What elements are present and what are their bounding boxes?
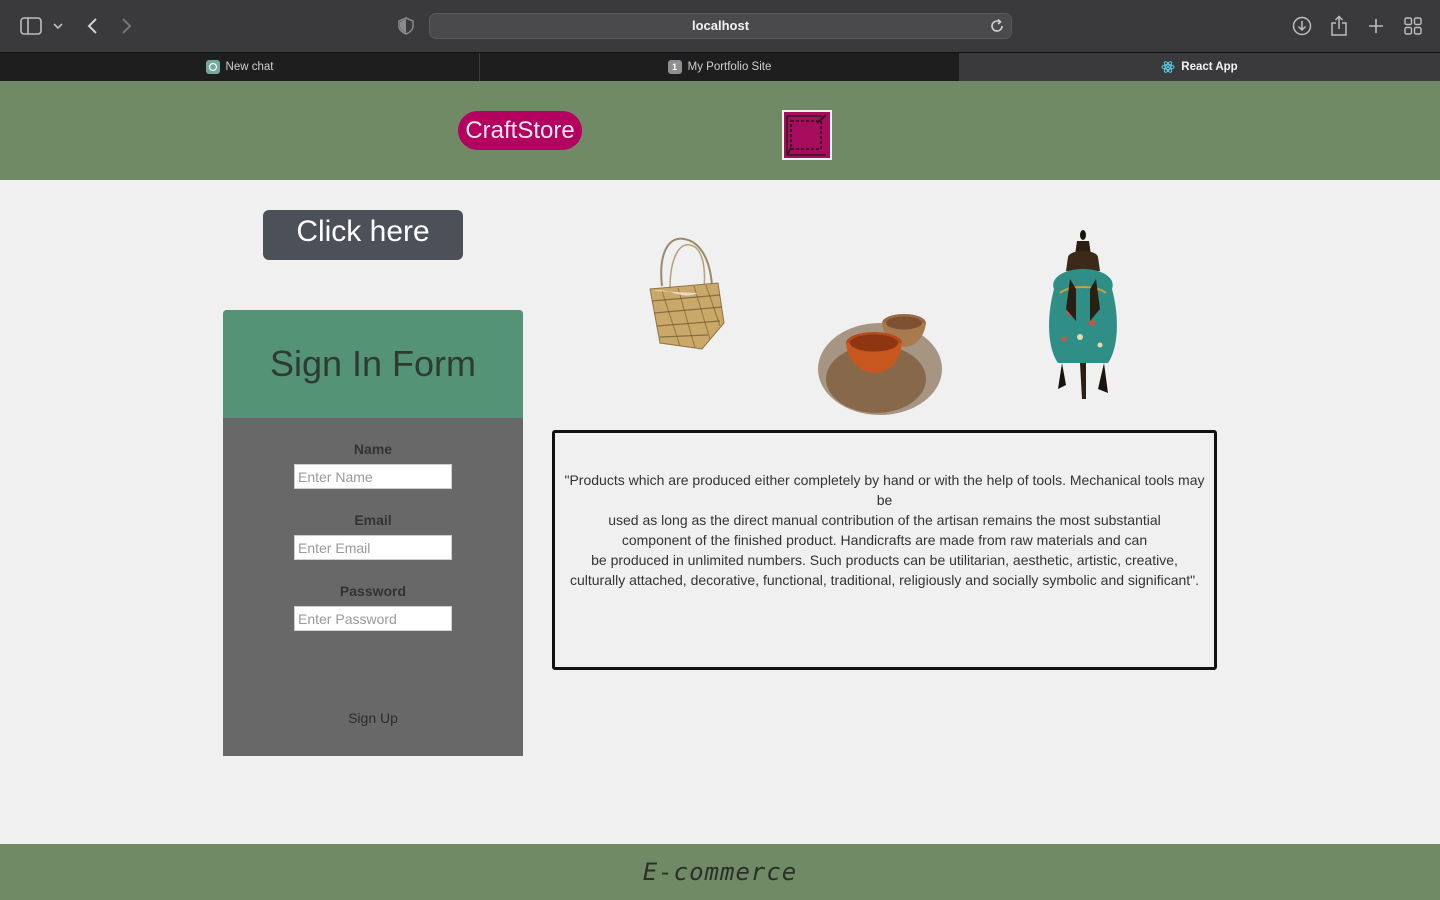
page-content: CraftStore Click here Sign In Form Name … [0,81,1440,900]
chevron-down-icon[interactable] [48,14,68,38]
name-input[interactable] [294,464,452,489]
sign-in-form: Sign In Form Name Email Password Sign Up [223,310,523,756]
sign-up-button[interactable]: Sign Up [223,710,523,726]
share-icon[interactable] [1327,14,1351,38]
download-icon[interactable] [1290,14,1314,38]
description-text: "Products which are produced either comp… [564,472,1205,588]
tab-label: My Portfolio Site [687,61,772,73]
url-text: localhost [691,18,750,33]
tab-label: New chat [225,61,274,73]
click-here-button[interactable]: Click here [263,210,463,260]
site-header: CraftStore [0,81,1440,180]
react-logo-icon [1161,60,1175,74]
tab-new-chat[interactable]: New chat [0,53,479,81]
name-label: Name [353,441,393,457]
form-title: Sign In Form [269,343,477,384]
clay-bowls-image[interactable] [812,301,948,419]
forward-icon[interactable] [115,14,139,38]
sidebar-toggle-icon[interactable] [19,14,43,38]
new-tab-icon[interactable] [1364,14,1388,38]
tab-overview-icon[interactable] [1401,14,1425,38]
tab-label: React App [1181,61,1238,73]
back-icon[interactable] [80,14,104,38]
tab-portfolio[interactable]: 1 My Portfolio Site [480,53,959,81]
craftstore-logo[interactable]: CraftStore [458,111,582,150]
number-favicon-icon: 1 [667,60,682,74]
tab-react-app[interactable]: React App [959,53,1440,81]
brand-mark-icon[interactable] [782,110,832,160]
privacy-shield-icon[interactable] [394,14,418,38]
enamel-vase-image[interactable] [1040,229,1126,405]
email-label: Email [354,512,392,528]
tab-bar: New chat 1 My Portfolio Site React App [0,52,1440,81]
email-input[interactable] [294,535,452,560]
address-bar[interactable]: localhost [429,13,1012,39]
password-input[interactable] [294,606,452,631]
description-box: "Products which are produced either comp… [552,430,1217,670]
chatgpt-favicon-icon [205,60,220,74]
woven-basket-image[interactable] [640,231,730,355]
footer-label: E-commerce [642,858,798,886]
browser-toolbar: localhost [0,0,1440,52]
reload-icon[interactable] [989,18,1005,34]
site-footer: E-commerce [0,844,1440,900]
password-label: Password [339,583,407,599]
form-header: Sign In Form [223,310,523,418]
